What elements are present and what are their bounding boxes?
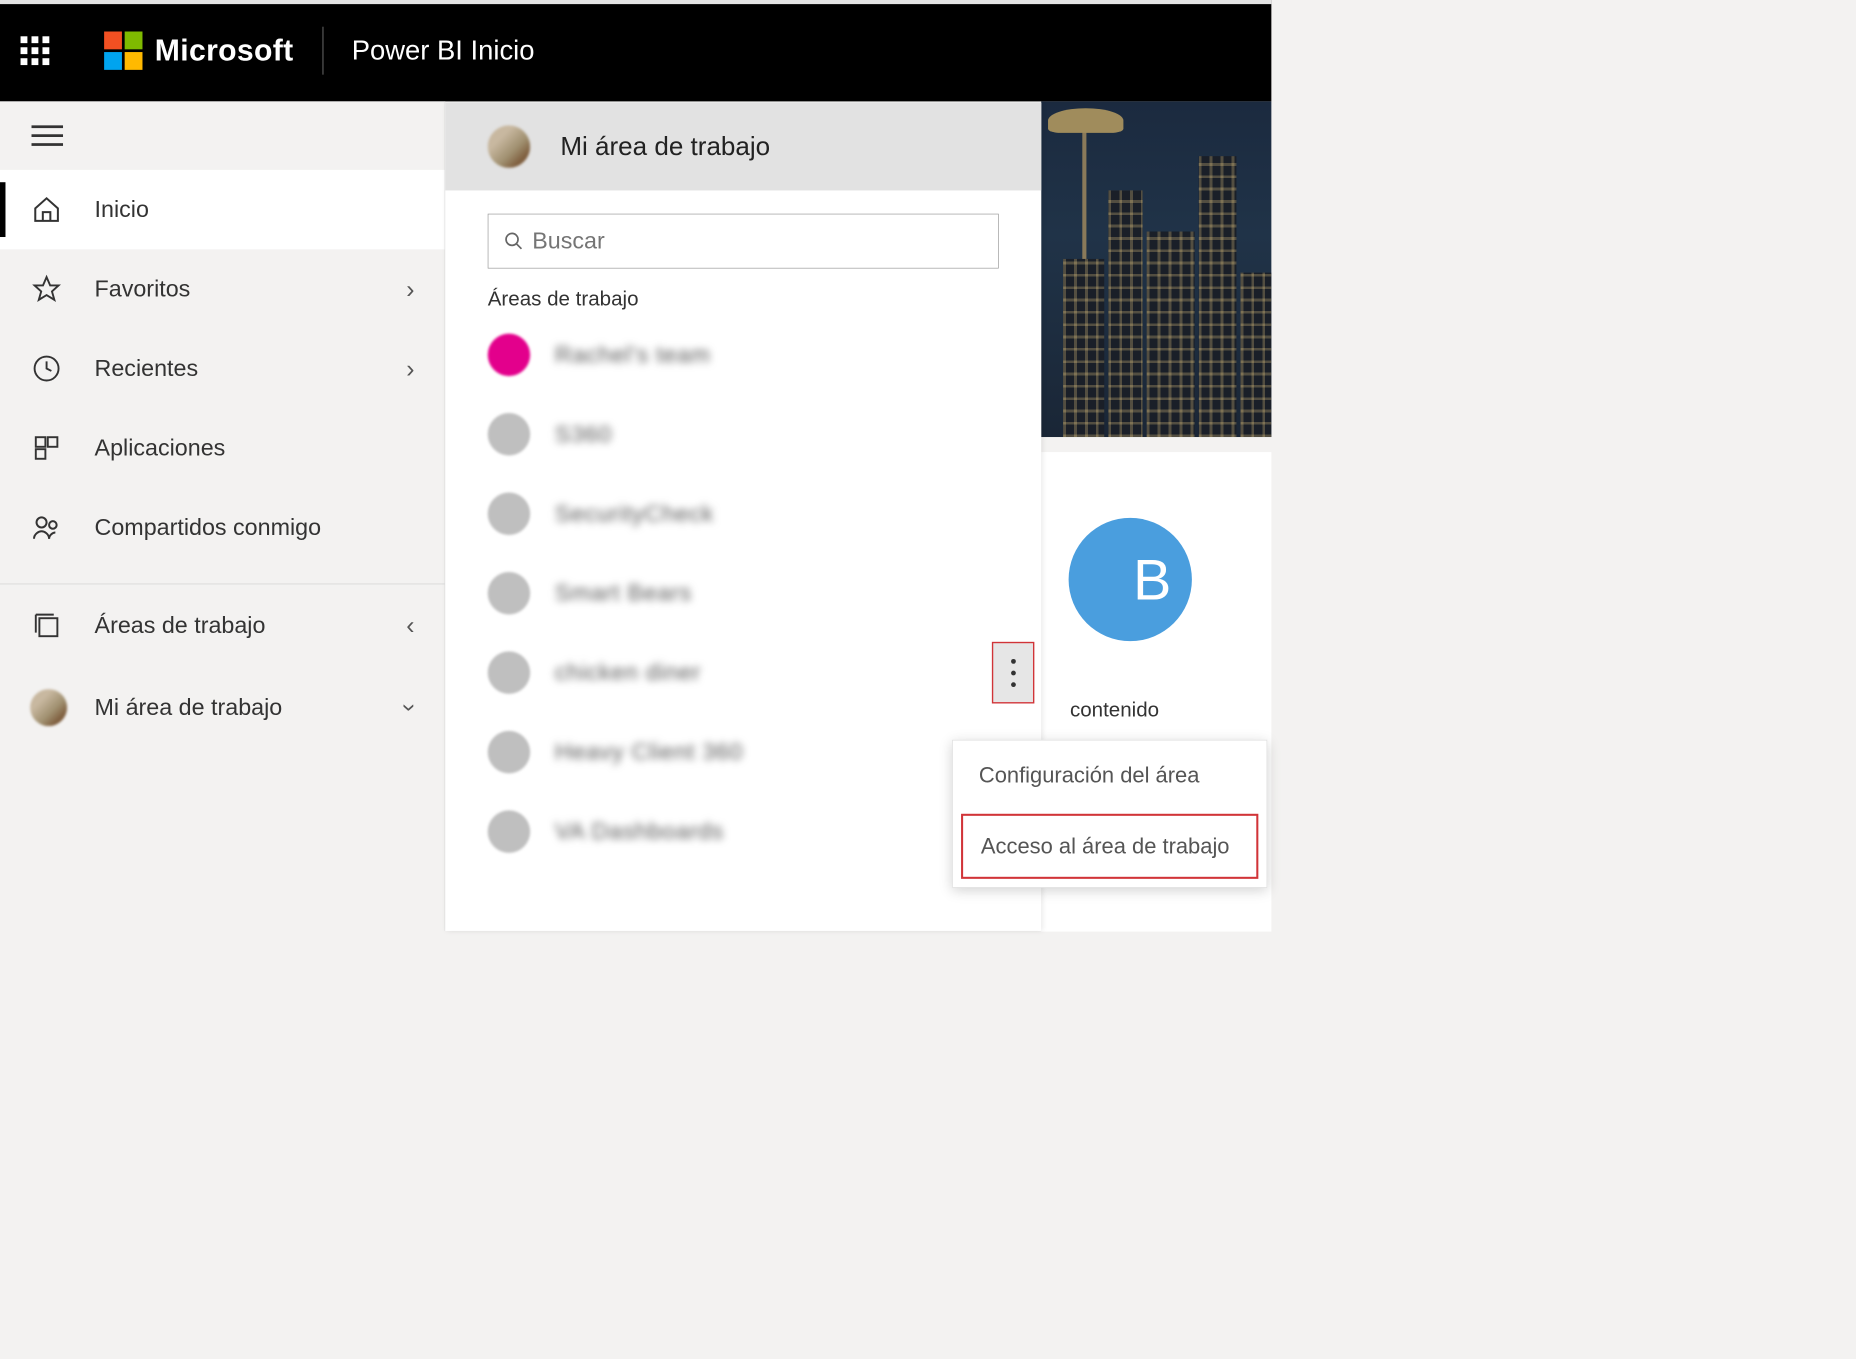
nav-item-label: Inicio [95,196,415,223]
people-icon [30,511,63,544]
workspace-context-menu: Configuración del área Acceso al área de… [952,740,1267,888]
workspace-avatar-circle: B [1069,518,1192,641]
menu-item-workspace-access[interactable]: Acceso al área de trabajo [961,814,1258,879]
hero-background [1041,101,1271,437]
header-divider [322,27,323,75]
workspace-item[interactable]: Smart Bears [445,553,1041,632]
microsoft-logo: Microsoft [104,32,293,70]
workspace-item[interactable]: Rachel's team [445,315,1041,394]
global-header: Microsoft Power BI Inicio [0,0,1271,101]
hamburger-icon [32,125,64,146]
workspace-icon [488,572,530,614]
chevron-down-icon: › [396,703,425,711]
workspace-icon [488,334,530,376]
nav-item-label: Recientes [95,355,407,382]
workspace-icon [488,651,530,693]
nav-item-label: Favoritos [95,276,407,303]
avatar [30,689,67,726]
workspace-label: Rachel's team [555,341,711,368]
workspace-label: chicken diner [555,659,701,686]
content-label: contenido [1070,699,1159,722]
nav-item-workspaces[interactable]: Áreas de trabajo ‹ [0,584,445,666]
workspace-label: SecurityCheck [555,500,714,527]
microsoft-brand-text: Microsoft [155,34,294,68]
microsoft-logo-icon [104,32,142,70]
workspace-icon [488,810,530,852]
workspace-icon [488,493,530,535]
nav-item-recent[interactable]: Recientes › [0,329,445,408]
search-input[interactable] [532,228,983,255]
workspace-item[interactable]: S360 [445,395,1041,474]
home-icon [30,193,63,226]
nav-item-favorites[interactable]: Favoritos › [0,249,445,328]
nav-item-label: Áreas de trabajo [95,612,407,639]
more-options-button[interactable] [992,642,1034,704]
app-title: Power BI Inicio [352,35,535,66]
nav-item-label: Aplicaciones [95,435,415,462]
chevron-right-icon: › [406,275,414,304]
chevron-left-icon: ‹ [406,611,414,640]
workspace-icon [488,731,530,773]
nav-item-my-workspace[interactable]: Mi área de trabajo › [0,667,445,749]
clock-icon [30,352,63,385]
flyout-header[interactable]: Mi área de trabajo [445,103,1041,191]
menu-item-workspace-settings[interactable]: Configuración del área [953,740,1267,809]
app-launcher-icon[interactable] [21,36,50,65]
window-chrome [0,0,1271,4]
workspace-avatar-letter: B [1133,546,1171,612]
nav-item-label: Mi área de trabajo [95,694,407,721]
star-icon [30,273,63,306]
workspace-icon [488,413,530,455]
workspace-item[interactable]: chicken diner [445,633,1041,712]
workspace-label: Heavy Client 360 [555,739,743,766]
chevron-right-icon: › [406,354,414,383]
workspace-label: Smart Bears [555,580,692,607]
search-icon [503,231,524,252]
nav-collapse-button[interactable] [0,101,445,170]
workspace-label: S360 [555,421,612,448]
search-input-wrapper[interactable] [488,214,999,269]
nav-item-label: Compartidos conmigo [95,514,415,541]
left-nav: Inicio Favoritos › Recientes › Aplicacio… [0,101,445,931]
workspaces-icon [30,609,63,642]
apps-icon [30,432,63,465]
avatar [488,125,530,167]
workspace-item[interactable]: SecurityCheck [445,474,1041,553]
flyout-title: Mi área de trabajo [560,132,770,161]
nav-item-home[interactable]: Inicio [0,170,445,249]
workspace-label: VA Dashboards [555,818,724,845]
workspaces-section-label: Áreas de trabajo [445,282,1041,315]
nav-item-apps[interactable]: Aplicaciones [0,408,445,487]
nav-item-shared[interactable]: Compartidos conmigo [0,488,445,567]
